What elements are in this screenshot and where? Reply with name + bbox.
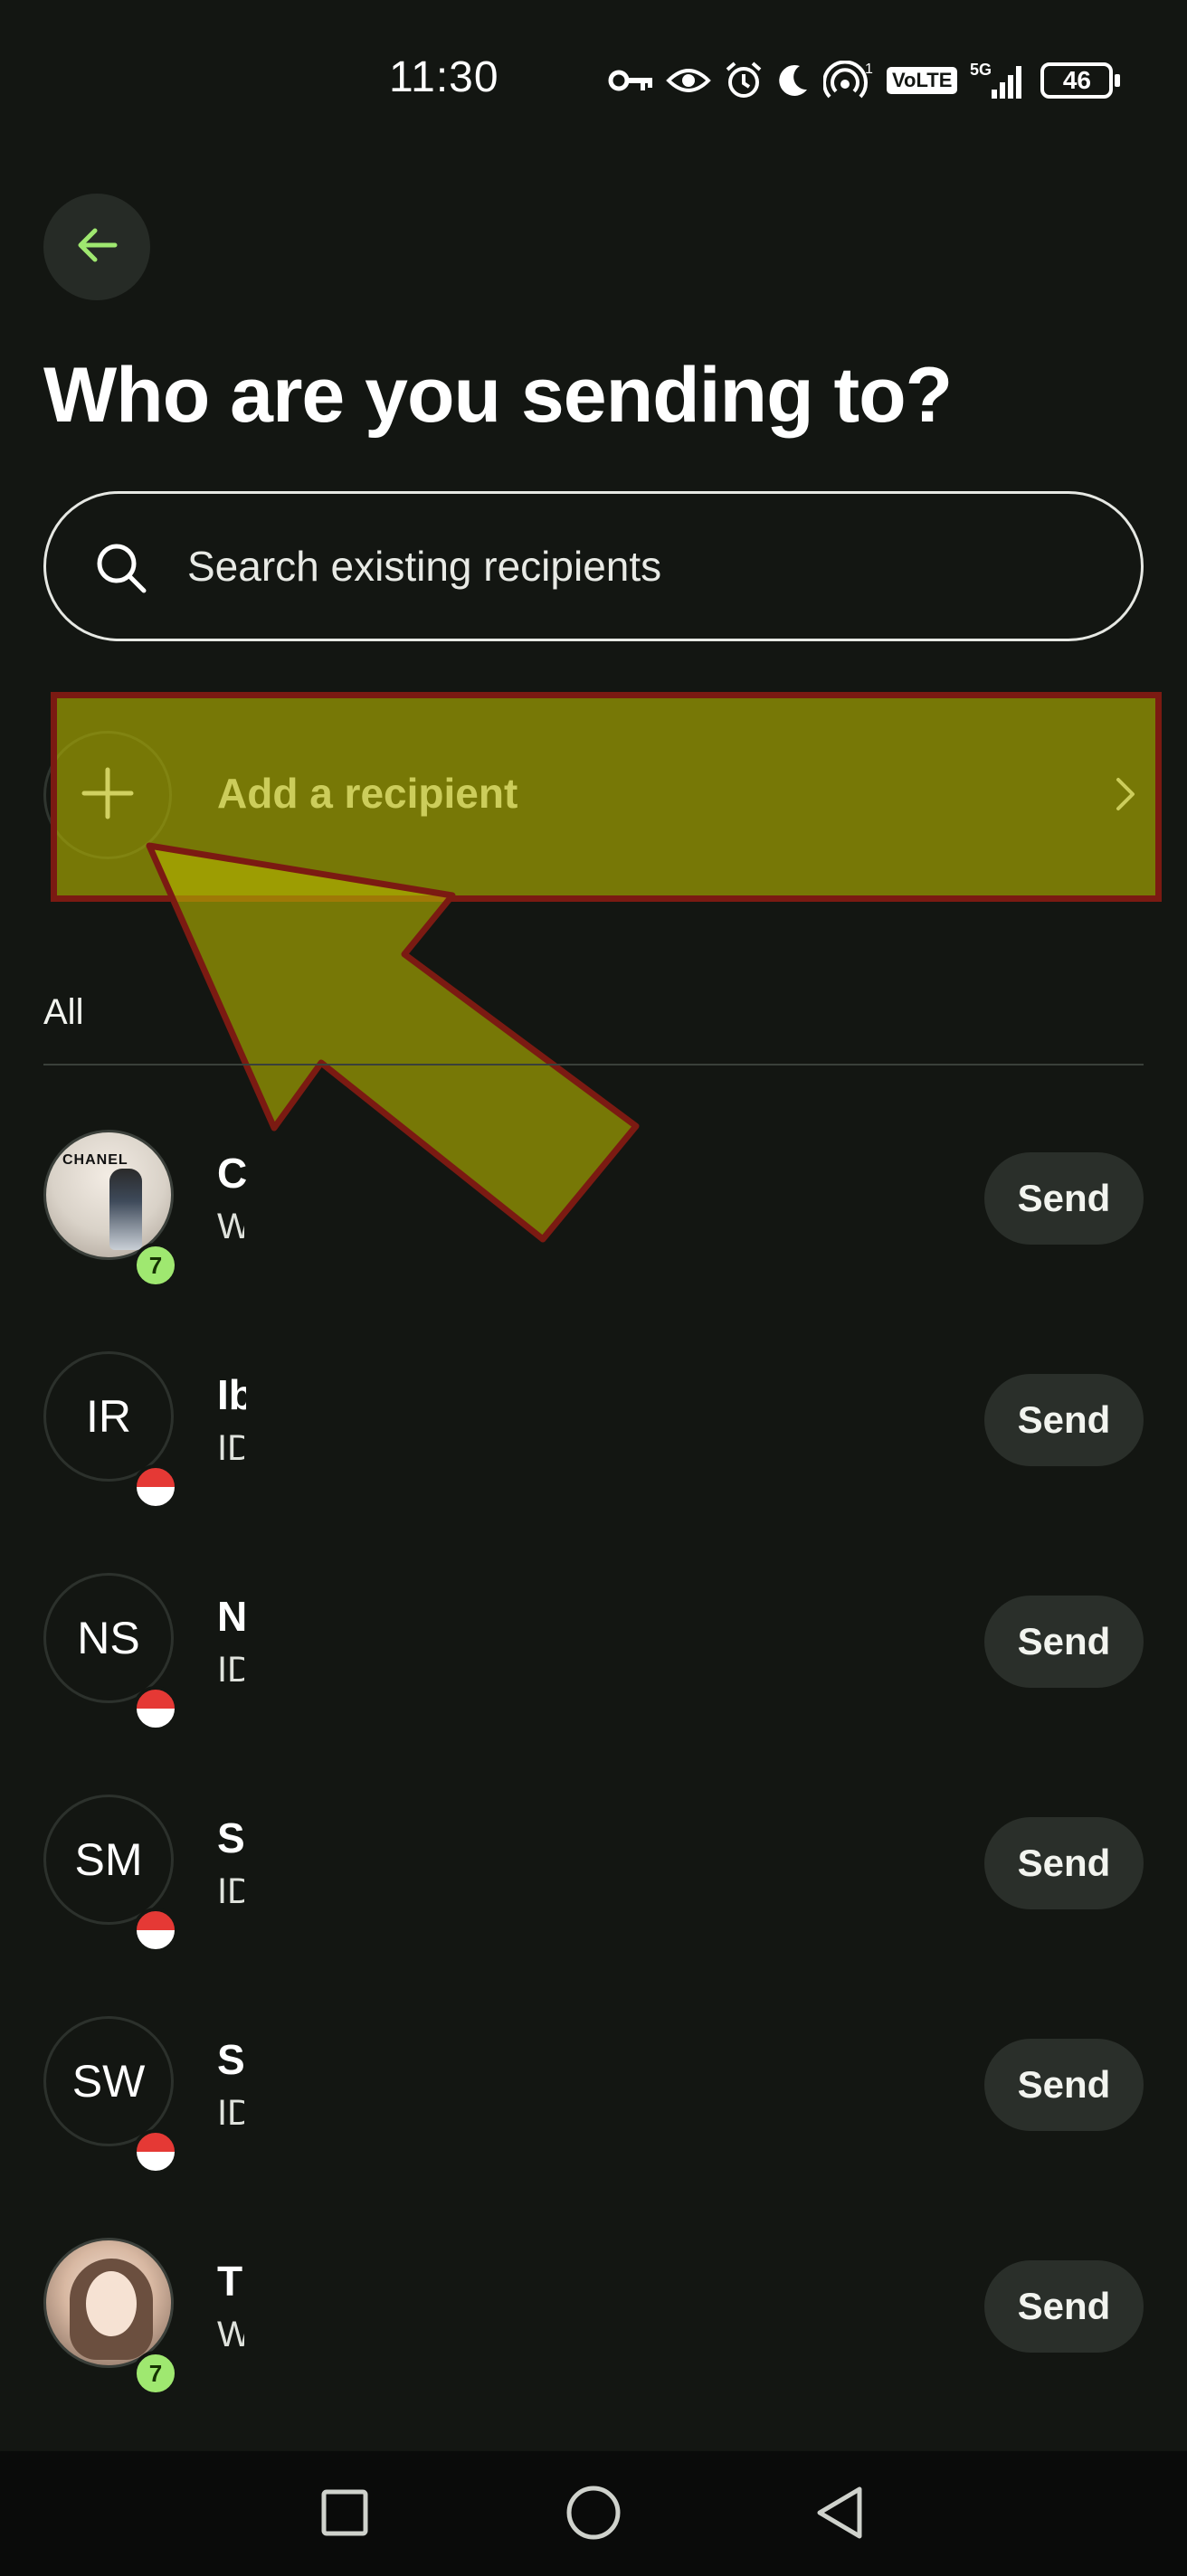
search-icon [95,542,147,594]
recipient-subtitle: ID [217,2093,244,2133]
eye-icon [666,65,711,96]
avatar: 7 [43,2238,178,2396]
plus-icon [81,766,135,825]
recipient-subtitle: ID [217,1428,244,1468]
avatar-photo-face [86,2271,137,2336]
back-nav-button[interactable] [803,2478,876,2551]
send-money-screen: 11:30 1 VoLTE 5G 46 Who are you sending … [0,0,1187,2576]
avatar: CHANEL 7 [43,1130,178,1288]
avatar-photo-text: CHANEL [62,1152,128,1168]
recipient-name: S [217,1814,245,1861]
wise-badge-text: 7 [148,2359,163,2387]
recipient-row[interactable]: 7 T W Send [43,2215,1144,2396]
send-button[interactable]: Send [984,1152,1144,1245]
avatar: NS [43,1573,178,1731]
arrow-left-icon [75,227,119,268]
circle-icon [565,2484,622,2546]
signal-5g-icon: 5G [970,61,1028,100]
moon-icon [776,62,811,99]
avatar-photo-figure [109,1169,142,1250]
add-recipient-row[interactable]: Add a recipient [43,687,1144,901]
avatar-initials: SW [71,2056,146,2107]
avatar: SM [43,1795,178,1953]
avatar: SW [43,2016,178,2174]
avatar: IR [43,1351,178,1510]
wise-badge-icon: 7 [133,2351,178,2396]
indonesia-flag-icon [133,1686,178,1731]
chevron-right-icon [1113,774,1138,819]
home-button[interactable] [557,2478,630,2551]
recipient-name: Ib [217,1371,246,1418]
system-nav-bar [0,2451,1187,2576]
recipient-name: S [217,2036,245,2083]
avatar-initials: NS [77,1613,140,1663]
recipient-subtitle: W [217,2315,244,2354]
status-bar: 11:30 1 VoLTE 5G 46 [0,0,1187,163]
indonesia-flag-icon [133,2129,178,2174]
recipient-subtitle: ID [217,1650,244,1690]
back-button[interactable] [43,194,150,300]
volte-badge: VoLTE [887,67,958,94]
svg-text:5G: 5G [970,61,992,79]
square-icon [319,2487,370,2543]
recipient-row[interactable]: SW S ID Send [43,1994,1144,2174]
section-label-all: All [43,992,84,1032]
status-time: 11:30 [389,53,499,101]
search-box[interactable] [43,491,1144,641]
section-divider [43,1064,1144,1065]
recipient-row[interactable]: IR Ib ID Send [43,1329,1144,1510]
send-button[interactable]: Send [984,2039,1144,2131]
recipient-name: N [217,1593,246,1640]
send-button[interactable]: Send [984,2260,1144,2353]
recipient-row[interactable]: CHANEL 7 C W Send [43,1107,1144,1288]
wise-badge-icon: 7 [133,1243,178,1288]
recipient-row[interactable]: NS N ID Send [43,1550,1144,1731]
recipient-subtitle: ID [217,1871,244,1911]
alarm-icon [724,61,764,100]
recipient-subtitle: W [217,1207,244,1246]
recipient-row[interactable]: SM S ID Send [43,1772,1144,1953]
add-recipient-circle [43,731,172,859]
avatar-initials: SM [74,1834,143,1885]
wise-badge-text: 7 [148,1251,163,1279]
indonesia-flag-icon [133,1908,178,1953]
search-input[interactable] [185,494,1090,639]
send-button[interactable]: Send [984,1374,1144,1466]
triangle-back-icon [812,2484,867,2546]
add-recipient-label: Add a recipient [217,770,518,817]
status-icons: 1 VoLTE 5G 46 [608,56,1121,105]
avatar-initials: IR [86,1391,131,1442]
indonesia-flag-icon [133,1464,178,1510]
page-title: Who are you sending to? [43,352,953,439]
send-button[interactable]: Send [984,1817,1144,1909]
vpn-key-icon [608,67,653,94]
svg-text:1: 1 [865,62,873,77]
hotspot-icon: 1 [823,61,874,100]
recents-button[interactable] [309,2478,381,2551]
recipient-name: C [217,1150,246,1197]
battery-icon: 46 [1040,62,1121,99]
send-button[interactable]: Send [984,1596,1144,1688]
battery-level: 46 [1062,66,1091,94]
recipient-name: T [217,2258,243,2305]
